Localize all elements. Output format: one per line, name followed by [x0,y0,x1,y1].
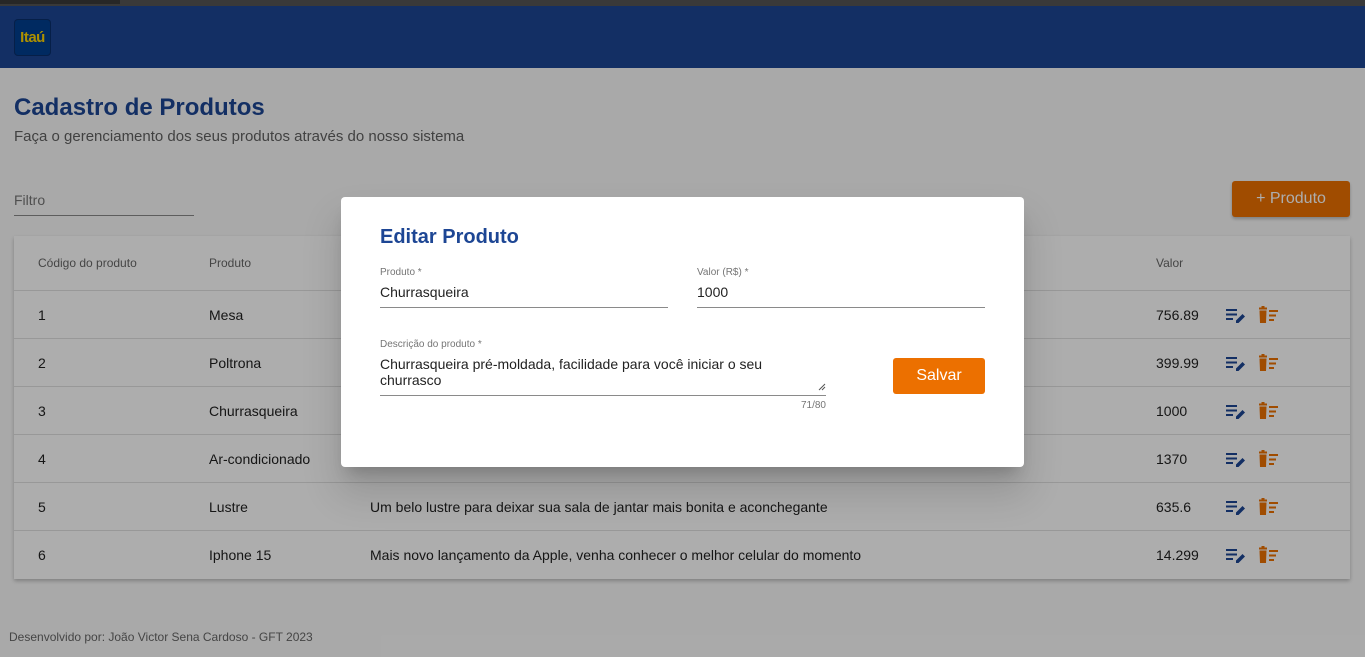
product-description-label: Descrição do produto * [380,339,482,350]
product-description-input[interactable]: Churrasqueira pré-moldada, facilidade pa… [380,356,826,392]
product-name-field[interactable]: Produto * [380,267,668,308]
product-name-label: Produto * [380,267,422,278]
description-char-counter: 71/80 [800,400,826,411]
edit-product-dialog: Editar Produto Produto * Valor (R$) * De… [341,197,1024,467]
save-button[interactable]: Salvar [893,358,985,394]
resize-handle-icon[interactable] [818,383,826,391]
product-value-input[interactable] [697,284,985,300]
product-description-field[interactable]: Descrição do produto * Churrasqueira pré… [380,339,826,396]
dialog-title: Editar Produto [380,226,519,248]
product-name-input[interactable] [380,284,668,300]
product-value-label: Valor (R$) * [697,267,749,278]
product-value-field[interactable]: Valor (R$) * [697,267,985,308]
